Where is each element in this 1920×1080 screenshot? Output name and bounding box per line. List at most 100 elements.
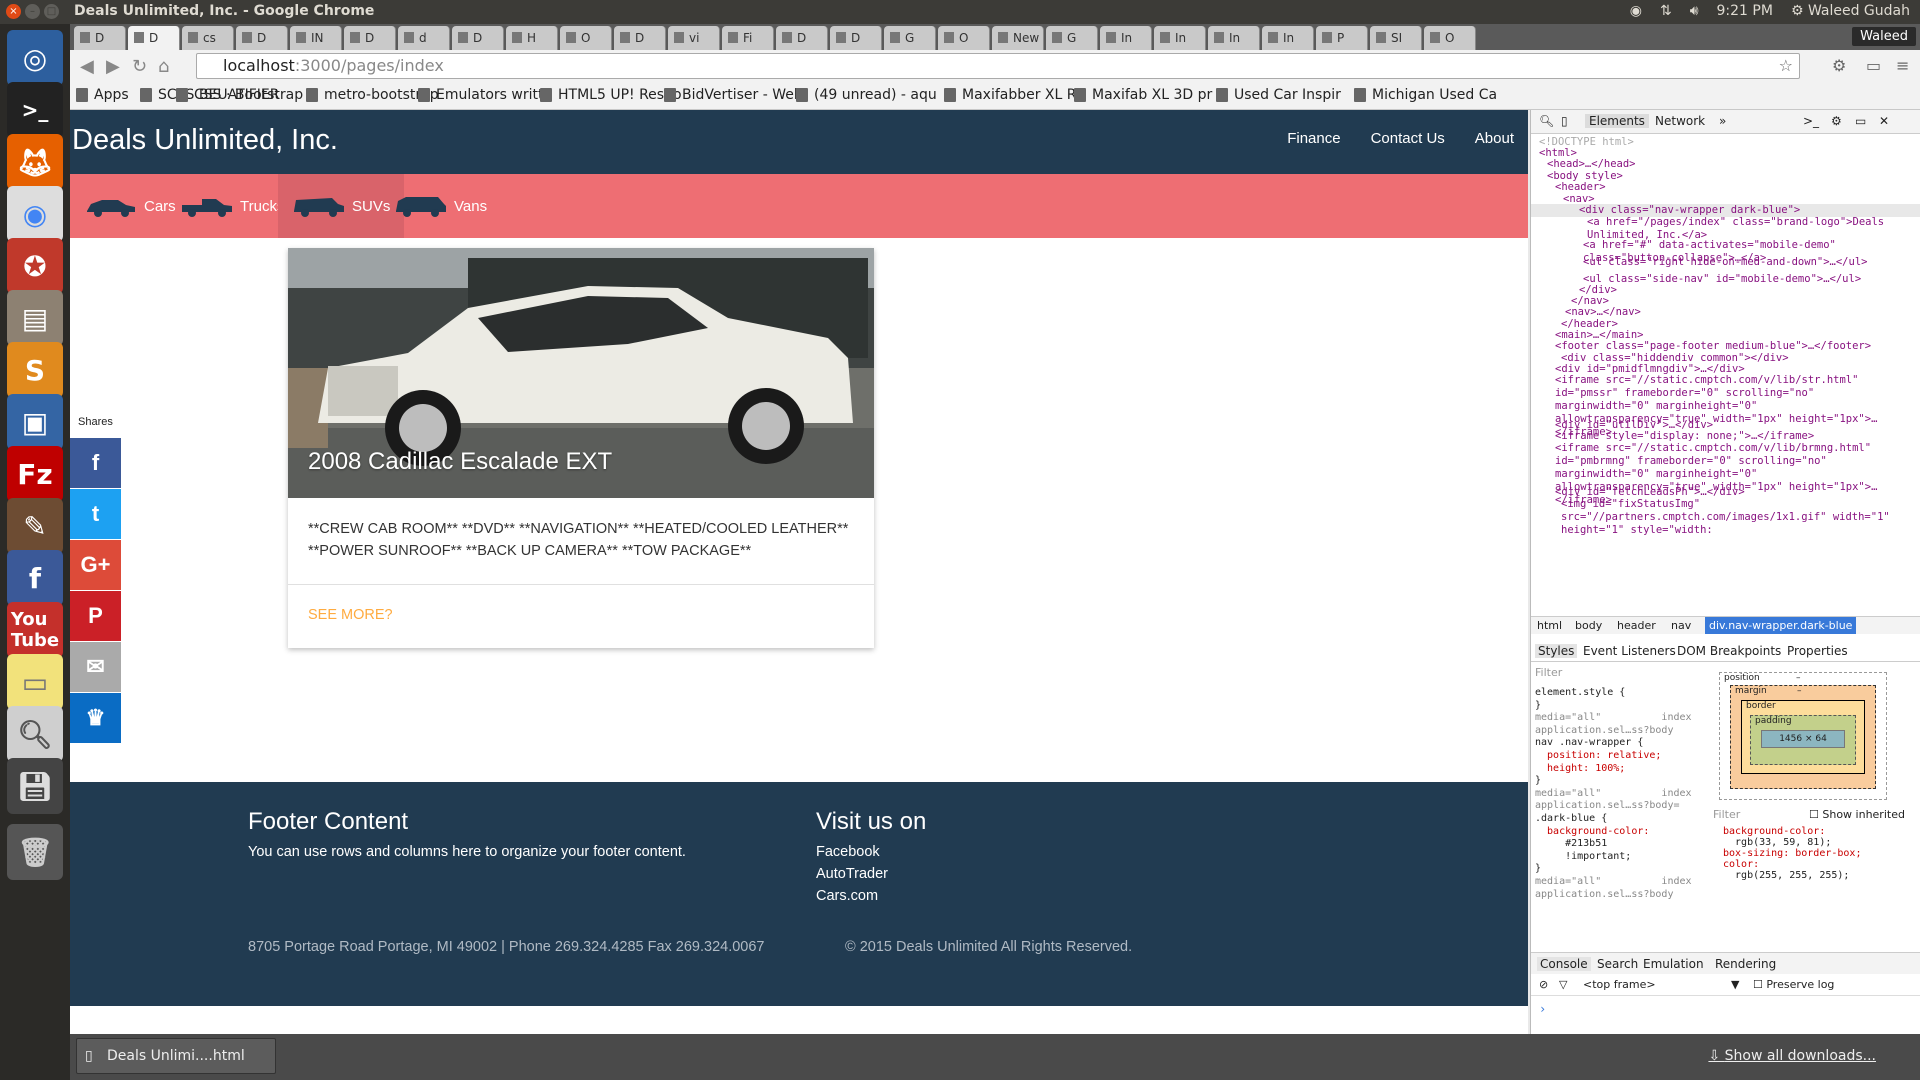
browser-tab[interactable]: D (830, 26, 882, 50)
image-viewer-icon[interactable]: 🔍︎ (7, 706, 63, 762)
pinterest-share-button[interactable]: P (70, 591, 121, 641)
download-item[interactable]: ▯ Deals Unlimi....html (76, 1038, 276, 1074)
crumb-body[interactable]: body (1575, 619, 1602, 632)
cast-icon[interactable]: ▭ (1866, 56, 1881, 75)
show-all-downloads-link[interactable]: ⇩ Show all downloads... (1708, 1048, 1876, 1064)
tab-elements[interactable]: Elements (1585, 114, 1649, 128)
apps-shortcut[interactable]: Apps (76, 87, 129, 103)
remote-desktop-icon[interactable]: ▣ (7, 394, 63, 450)
extension-icon[interactable]: ⚙ (1832, 56, 1846, 75)
browser-tab[interactable]: P (1316, 26, 1368, 50)
frame-selector[interactable]: <top frame> (1583, 978, 1656, 991)
browser-tab[interactable]: D (776, 26, 828, 50)
settings-tool-icon[interactable]: ✪ (7, 238, 63, 294)
bookmark-item[interactable]: Maxifab XL 3D pr (1074, 87, 1212, 103)
tab-network[interactable]: Network (1655, 114, 1705, 128)
bookmark-item[interactable]: BidVertiser - Web (664, 87, 803, 103)
dom-node[interactable]: <ul class="right hide-on-med-and-down">…… (1583, 256, 1911, 269)
browser-tab[interactable]: cs (182, 26, 234, 50)
minimize-window-icon[interactable]: – (25, 4, 40, 19)
bookmark-item[interactable]: Used Car Inspir (1216, 87, 1341, 103)
footer-link-autotrader[interactable]: AutoTrader (816, 866, 888, 882)
tab-emulation[interactable]: Emulation (1643, 957, 1704, 971)
browser-tab[interactable]: In (1262, 26, 1314, 50)
chrome-icon[interactable]: ◉ (7, 186, 63, 242)
youtube-icon[interactable]: You Tube (7, 602, 63, 658)
crumb-header[interactable]: header (1617, 619, 1656, 632)
crumb-nav[interactable]: nav (1671, 619, 1691, 632)
browser-tab[interactable]: SI (1370, 26, 1422, 50)
brand-logo[interactable]: Deals Unlimited, Inc. (72, 124, 338, 157)
bookmark-star-icon[interactable]: ☆ (1779, 54, 1793, 78)
clear-console-icon[interactable]: ⊘ (1539, 978, 1548, 991)
ubuntu-dash-icon[interactable]: ◎ (7, 30, 63, 86)
facebook-share-button[interactable]: f (70, 438, 121, 488)
twitter-share-button[interactable]: t (70, 489, 121, 539)
address-bar[interactable]: localhost:3000/pages/index ☆ (196, 53, 1800, 79)
browser-tab[interactable]: O (1424, 26, 1476, 50)
browser-tab[interactable]: In (1100, 26, 1152, 50)
browser-tab[interactable]: O (938, 26, 990, 50)
email-share-button[interactable]: ✉ (70, 642, 121, 692)
device-mode-icon[interactable]: ▯ (1561, 114, 1568, 128)
menu-icon[interactable]: ≡ (1896, 56, 1909, 75)
nav-contact-us[interactable]: Contact Us (1371, 130, 1445, 147)
tab-search[interactable]: Search (1597, 957, 1638, 971)
trash-icon[interactable]: 🗑︎ (7, 824, 63, 880)
sticky-notes-icon[interactable]: ▭ (7, 654, 63, 710)
nav-finance[interactable]: Finance (1287, 130, 1340, 147)
browser-tab[interactable]: D (452, 26, 504, 50)
filter-icon[interactable]: ▽ (1559, 978, 1567, 991)
computed-filter[interactable]: Filter (1713, 808, 1740, 821)
files-icon[interactable]: ▤ (7, 290, 63, 346)
browser-tab[interactable]: Fi (722, 26, 774, 50)
sublime-text-icon[interactable]: S (7, 342, 63, 398)
floppy-disk-icon[interactable]: 💾︎ (7, 758, 63, 814)
dom-node[interactable]: <img id="fixStatusImg" src="//partners.c… (1561, 498, 1911, 537)
browser-tab[interactable]: G (1046, 26, 1098, 50)
bookmark-item[interactable]: Emulators writte (418, 87, 552, 103)
clock[interactable]: 9:21 PM (1717, 3, 1773, 19)
browser-tab[interactable]: d (398, 26, 450, 50)
crumb-selected[interactable]: div.nav-wrapper.dark-blue (1705, 617, 1857, 634)
browser-tab[interactable]: D (74, 26, 126, 50)
bookmark-item[interactable]: HTML5 UP! Respo (540, 87, 682, 103)
more-tabs-icon[interactable]: » (1719, 114, 1726, 128)
show-inherited-checkbox[interactable]: ☐ Show inherited (1809, 808, 1905, 821)
footer-link-cars-com[interactable]: Cars.com (816, 888, 878, 904)
reload-icon[interactable]: ↻ (132, 56, 147, 77)
dock-icon[interactable]: ▭ (1855, 114, 1866, 128)
bookmark-item[interactable]: (49 unread) - aqu (796, 87, 937, 103)
tab-dom-breakpoints[interactable]: DOM Breakpoints (1677, 644, 1781, 658)
bookmark-item[interactable]: Michigan Used Ca (1354, 87, 1497, 103)
google-plus-share-button[interactable]: G+ (70, 540, 121, 590)
terminal-icon[interactable]: >_ (7, 82, 63, 138)
sumome-share-button[interactable]: ♛ (70, 693, 121, 743)
tab-properties[interactable]: Properties (1787, 644, 1848, 658)
console-prompt[interactable]: › (1539, 1002, 1546, 1016)
inspect-icon[interactable]: 🔍︎ (1539, 114, 1554, 128)
tab-styles[interactable]: Styles (1535, 644, 1578, 658)
browser-tab[interactable]: D (614, 26, 666, 50)
browser-tab[interactable]: O (560, 26, 612, 50)
browser-tab[interactable]: D (128, 26, 180, 50)
close-devtools-icon[interactable]: ✕ (1879, 114, 1889, 128)
facebook-app-icon[interactable]: f (7, 550, 63, 606)
browser-tab[interactable]: IN (290, 26, 342, 50)
browser-tab[interactable]: H (506, 26, 558, 50)
footer-link-facebook[interactable]: Facebook (816, 844, 880, 860)
browser-tab[interactable]: In (1154, 26, 1206, 50)
maximize-window-icon[interactable]: □ (44, 4, 59, 19)
crumb-html[interactable]: html (1537, 619, 1562, 632)
settings-icon[interactable]: ⚙ (1831, 114, 1842, 128)
volume-icon[interactable]: 🔊︎ (1690, 3, 1699, 19)
close-window-icon[interactable]: × (6, 4, 21, 19)
nav-about[interactable]: About (1475, 130, 1514, 147)
tab-console[interactable]: Console (1537, 957, 1591, 971)
filezilla-icon[interactable]: Fz (7, 446, 63, 502)
browser-tab[interactable]: D (236, 26, 288, 50)
chrome-tray-icon[interactable]: ◉ (1630, 3, 1642, 19)
vehicle-photo[interactable]: 2008 Cadillac Escalade EXT (288, 248, 874, 498)
bookmark-item[interactable]: CSS · Bootstrap (176, 87, 303, 103)
see-more-link[interactable]: SEE MORE? (308, 607, 393, 623)
